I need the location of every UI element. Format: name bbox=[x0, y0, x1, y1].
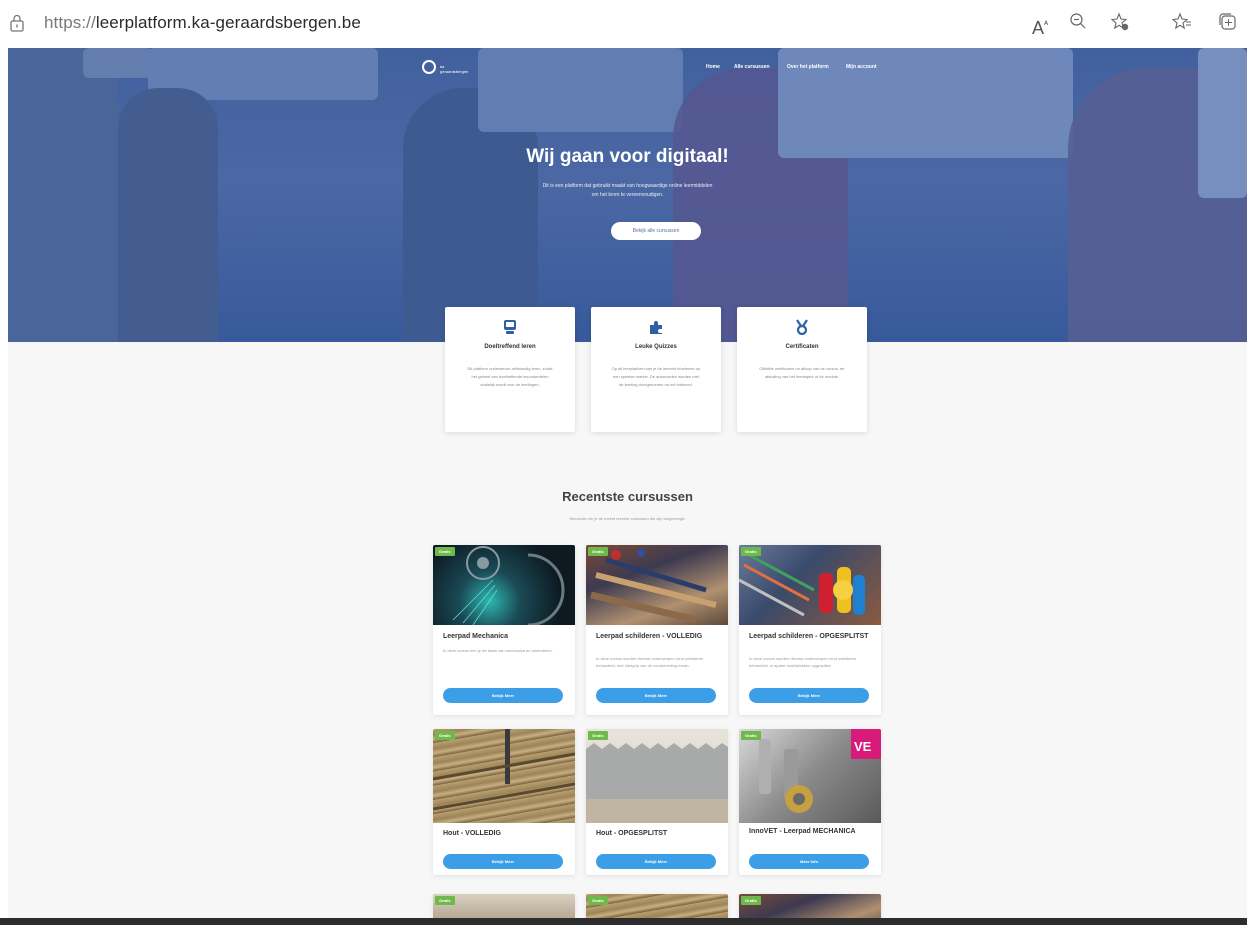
favorites-icon[interactable] bbox=[1170, 12, 1194, 36]
feature-card-certificates: Certificaten Officiële certificaten na a… bbox=[737, 307, 867, 432]
course-card[interactable]: Gratis Leerpad schilderen - OPGESPLITST … bbox=[739, 545, 881, 715]
course-badge: Gratis bbox=[588, 547, 608, 556]
svg-text:VE: VE bbox=[854, 739, 872, 754]
zoom-icon[interactable] bbox=[1066, 12, 1090, 36]
hero-banner: ka geraardsbergen Home Alle cursussen Ov… bbox=[8, 48, 1247, 342]
hero-subtitle-line-2: om het leren te vereenvoudigen. bbox=[591, 192, 664, 198]
course-badge: Gratis bbox=[588, 896, 608, 905]
course-badge: Gratis bbox=[741, 731, 761, 740]
course-title[interactable]: InnoVET - Leerpad MECHANICA bbox=[749, 827, 871, 836]
hero-subtitle: Dit is een platform dat gebruikt maakt v… bbox=[8, 182, 1247, 200]
favorite-add-icon[interactable] bbox=[1108, 12, 1132, 36]
course-image[interactable] bbox=[433, 729, 575, 823]
feature-title: Certificaten bbox=[785, 344, 819, 350]
hero-subtitle-line-1: Dit is een platform dat gebruikt maakt v… bbox=[542, 183, 713, 189]
course-card[interactable]: Gratis Leerpad schilderen - VOLLEDIG In … bbox=[586, 545, 728, 715]
course-more-button[interactable]: Bekijk Meer bbox=[749, 688, 869, 703]
course-badge: Gratis bbox=[435, 547, 455, 556]
nav-about[interactable]: Over het platform bbox=[787, 64, 829, 70]
feature-title: Leuke Quizzes bbox=[635, 344, 677, 350]
url-prefix: https:// bbox=[44, 13, 96, 32]
page-content: ka geraardsbergen Home Alle cursussen Ov… bbox=[8, 48, 1247, 918]
course-badge: Gratis bbox=[435, 896, 455, 905]
course-description: In deze cursus leer je de basis van mech… bbox=[443, 648, 553, 653]
course-more-info-button[interactable]: Meer Info bbox=[749, 854, 869, 869]
nav-my-account[interactable]: Mijn account bbox=[846, 64, 877, 70]
site-logo-icon[interactable] bbox=[422, 60, 436, 74]
recent-courses-subtitle: Hieronder zie je de meest recente cursus… bbox=[569, 516, 686, 521]
course-description: In deze cursus worden diverse onderwerpe… bbox=[749, 656, 857, 668]
hero-title: Wij gaan voor digitaal! bbox=[526, 146, 729, 167]
address-bar[interactable]: https://leerplatform.ka-geraardsbergen.b… bbox=[44, 13, 361, 33]
course-card[interactable]: Gratis bbox=[586, 894, 728, 918]
course-badge: Gratis bbox=[435, 731, 455, 740]
course-badge: Gratis bbox=[741, 547, 761, 556]
course-more-button[interactable]: Bekijk Meer bbox=[443, 688, 563, 703]
device-icon bbox=[502, 319, 518, 335]
feature-title: Doeltreffend leren bbox=[484, 344, 536, 350]
puzzle-icon bbox=[648, 319, 664, 335]
course-title[interactable]: Hout - VOLLEDIG bbox=[443, 829, 565, 838]
course-title[interactable]: Hout - OPGESPLITST bbox=[596, 829, 718, 838]
course-image[interactable] bbox=[739, 545, 881, 625]
course-more-button[interactable]: Bekijk Meer bbox=[596, 854, 716, 869]
nav-home[interactable]: Home bbox=[706, 64, 720, 70]
course-card[interactable]: Gratis Hout - OPGESPLITST Bekijk Meer bbox=[586, 729, 728, 875]
course-image[interactable]: VE bbox=[739, 729, 881, 823]
course-card[interactable]: Gratis bbox=[739, 894, 881, 918]
collections-icon[interactable] bbox=[1216, 12, 1240, 36]
recent-courses-title: Recentste cursussen bbox=[562, 489, 693, 504]
feature-body: Dit platform ondersteunt zelfstandig ler… bbox=[467, 366, 553, 387]
course-card[interactable]: Gratis Leerpad Mechanica In deze cursus … bbox=[433, 545, 575, 715]
course-image[interactable] bbox=[433, 545, 575, 627]
course-description: In deze cursus worden diverse onderwerpe… bbox=[596, 656, 704, 668]
course-card[interactable]: VE Gratis InnoVET - Leerpad MECHANICA Me… bbox=[739, 729, 881, 875]
course-badge: Gratis bbox=[741, 896, 761, 905]
course-title[interactable]: Leerpad schilderen - VOLLEDIG bbox=[596, 632, 718, 641]
course-badge: Gratis bbox=[588, 731, 608, 740]
read-aloud-icon[interactable]: Aᴬ bbox=[1028, 12, 1052, 38]
course-card[interactable]: Gratis Hout - VOLLEDIG Bekijk Meer bbox=[433, 729, 575, 875]
browser-toolbar: https://leerplatform.ka-geraardsbergen.b… bbox=[0, 0, 1247, 48]
feature-body: Op dit leerplatform kan je de leerstof i… bbox=[611, 366, 701, 387]
feature-body: Officiële certificaten na afloop van de … bbox=[759, 366, 845, 379]
lock-icon bbox=[10, 14, 24, 32]
course-more-button[interactable]: Bekijk Meer bbox=[596, 688, 716, 703]
feature-card-effective-learning: Doeltreffend leren Dit platform onderste… bbox=[445, 307, 575, 432]
site-logo-text: ka geraardsbergen bbox=[440, 64, 469, 74]
medal-icon bbox=[794, 319, 810, 336]
nav-all-courses[interactable]: Alle cursussen bbox=[734, 64, 770, 70]
course-card[interactable]: Gratis bbox=[433, 894, 575, 918]
course-image[interactable] bbox=[586, 729, 728, 823]
course-image[interactable] bbox=[586, 545, 728, 625]
url-host: leerplatform.ka-geraardsbergen.be bbox=[95, 13, 361, 32]
feature-card-quizzes: Leuke Quizzes Op dit leerplatform kan je… bbox=[591, 307, 721, 432]
course-title[interactable]: Leerpad schilderen - OPGESPLITST bbox=[749, 632, 871, 641]
taskbar-strip bbox=[0, 918, 1247, 925]
course-more-button[interactable]: Bekijk Meer bbox=[443, 854, 563, 869]
view-all-courses-button[interactable]: Bekijk alle cursussen bbox=[611, 222, 701, 240]
course-title[interactable]: Leerpad Mechanica bbox=[443, 632, 565, 641]
